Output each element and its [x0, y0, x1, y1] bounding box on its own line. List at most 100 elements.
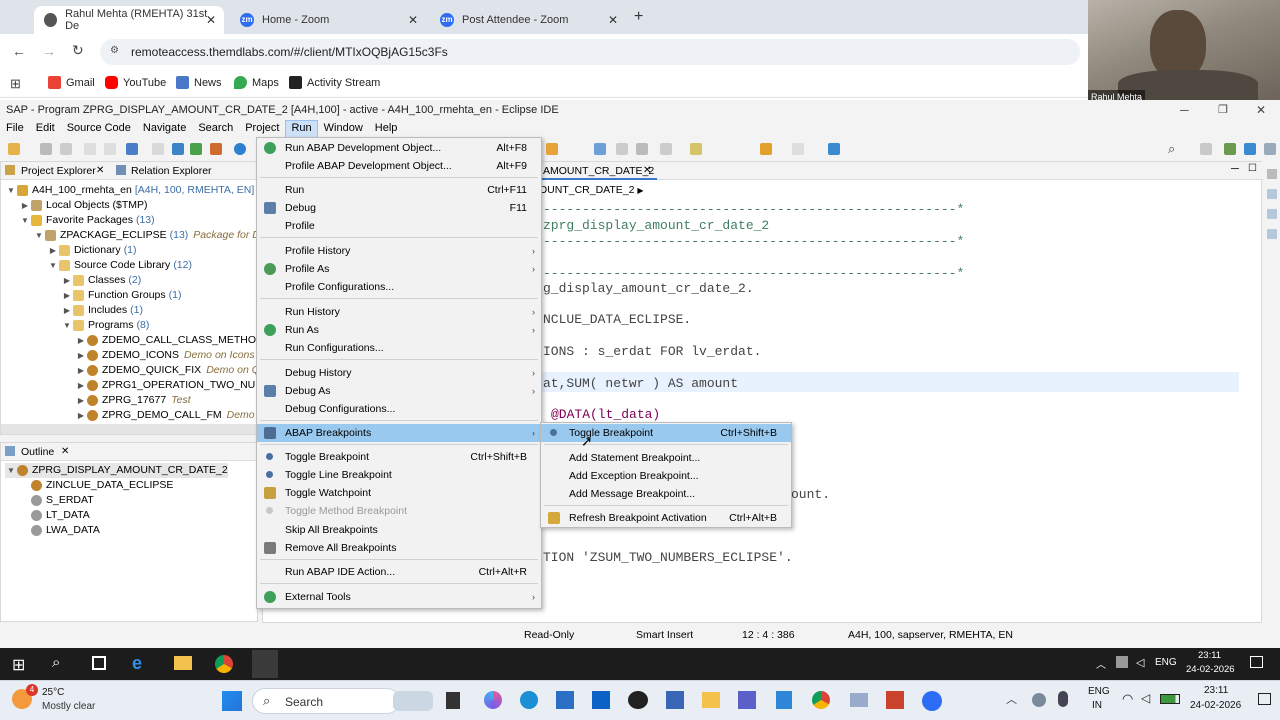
console-icon[interactable]: [126, 143, 138, 155]
store-icon[interactable]: [556, 691, 574, 709]
tree-item-program[interactable]: ▶ ZDEMO_ICONS Demo on Icons: [75, 348, 255, 363]
pilcrow-icon[interactable]: [636, 143, 648, 155]
navigate-icon[interactable]: [690, 143, 702, 155]
tree-item-source-code-library[interactable]: ▼ Source Code Library (12): [47, 258, 192, 273]
maximize-view-icon[interactable]: ☐: [1248, 163, 1257, 174]
search-icon[interactable]: ⌕: [1168, 141, 1180, 156]
close-tab-icon[interactable]: ✕: [61, 446, 69, 457]
file-explorer-icon[interactable]: [702, 692, 720, 708]
internet-explorer-icon[interactable]: e: [132, 653, 142, 674]
outline-item-variable[interactable]: LT_DATA: [31, 508, 90, 523]
notepad-icon[interactable]: [776, 691, 792, 709]
menu-item-external-tools[interactable]: External Tools ›: [257, 588, 541, 606]
chevron-right-icon[interactable]: ▶: [75, 363, 87, 378]
eclipse-taskbar-icon[interactable]: [252, 650, 278, 678]
menu-item-toggle-breakpoint[interactable]: Toggle Breakpoint Ctrl+Shift+B: [257, 448, 541, 466]
tree-item-programs[interactable]: ▼ Programs (8): [61, 318, 149, 333]
maximize-icon[interactable]: ❐: [1218, 100, 1228, 120]
sync-icon[interactable]: [234, 143, 246, 155]
view-icon[interactable]: [1267, 209, 1277, 219]
chevron-right-icon[interactable]: ▶: [637, 186, 643, 195]
chevron-right-icon[interactable]: ▶: [75, 393, 87, 408]
close-tab-icon[interactable]: ✕: [206, 13, 216, 27]
close-tab-icon[interactable]: ✕: [408, 13, 418, 27]
menu-edit[interactable]: Edit: [30, 120, 61, 138]
code-line[interactable]: ----------------------------------------…: [543, 266, 964, 281]
menu-item-debug-as[interactable]: Debug As ›: [257, 382, 541, 400]
annotation-icon[interactable]: [660, 143, 672, 155]
browser-tab-zoom-home[interactable]: zm Home - Zoom ✕: [230, 6, 426, 34]
tree-item-program[interactable]: ▶ ZPRG_17677 Test: [75, 393, 191, 408]
code-line[interactable]: zprg_display_amount_cr_date_2: [543, 218, 769, 233]
back-icon[interactable]: ←: [12, 43, 26, 59]
tree-item-includes[interactable]: ▶ Includes (1): [61, 303, 143, 318]
chevron-down-icon[interactable]: ▼: [5, 463, 17, 478]
notifications-icon[interactable]: [1250, 656, 1263, 668]
taskbar-search-box[interactable]: ⌕ Search: [252, 688, 400, 714]
volume-icon[interactable]: ◁: [1136, 656, 1144, 669]
browser-tab-remote[interactable]: Rahul Mehta (RMEHTA) 31st De ✕: [34, 6, 224, 34]
menu-item-run-as[interactable]: Run As ›: [257, 321, 541, 339]
network-icon[interactable]: [1116, 656, 1128, 668]
zoom-icon[interactable]: [922, 691, 942, 711]
widgets-illustration-icon[interactable]: [393, 691, 433, 711]
bookmark-youtube[interactable]: YouTube: [105, 76, 166, 89]
code-line[interactable]: NCLUE_DATA_ECLIPSE.: [543, 312, 691, 327]
powerpoint-icon[interactable]: [886, 691, 904, 709]
chrome-icon[interactable]: [215, 655, 233, 673]
menu-item-remove-all-breakpoints[interactable]: Remove All Breakpoints: [257, 539, 541, 557]
menu-item-run[interactable]: Run Ctrl+F11: [257, 181, 541, 199]
tree-item-zpackage-eclipse[interactable]: ▼ ZPACKAGE_ECLIPSE (13) Package for Develo: [33, 228, 285, 243]
outline-item-program[interactable]: ▼ ZPRG_DISPLAY_AMOUNT_CR_DATE_2: [5, 463, 228, 478]
menu-file[interactable]: File: [0, 120, 30, 138]
notifications-icon[interactable]: [1258, 693, 1271, 705]
tree-item-program[interactable]: ▶ ZPRG1_OPERATION_TWO_NUMBER: [75, 378, 286, 393]
menu-item-run-history[interactable]: Run History ›: [257, 303, 541, 321]
chevron-right-icon[interactable]: ▶: [75, 378, 87, 393]
code-line[interactable]: @DATA(lt_data): [551, 407, 660, 422]
language-secondary[interactable]: IN: [1092, 700, 1102, 711]
chevron-right-icon[interactable]: ▶: [75, 408, 87, 423]
code-line[interactable]: ount.: [791, 487, 830, 502]
close-tab-icon[interactable]: ✕: [96, 165, 104, 176]
code-line[interactable]: ----------------------------------------…: [543, 234, 964, 249]
editor-tab-program[interactable]: AMOUNT_CR_DATE_2: [543, 165, 654, 177]
menu-item-profile-as[interactable]: Profile As ›: [257, 260, 541, 278]
tab-project-explorer[interactable]: Project Explorer: [21, 165, 96, 177]
code-line[interactable]: at,SUM( netwr ) AS amount: [543, 376, 738, 391]
tree-item-program[interactable]: ▶ ZPRG_DEMO_CALL_FM Demo on C: [75, 408, 280, 423]
chrome-icon[interactable]: [812, 691, 830, 709]
windows-start-icon[interactable]: [222, 691, 242, 711]
chevron-right-icon[interactable]: ▶: [75, 333, 87, 348]
tab-outline[interactable]: Outline: [21, 446, 54, 458]
bookmark-gmail[interactable]: Gmail: [48, 76, 95, 89]
task-view-icon[interactable]: [92, 656, 106, 670]
perspective-icon[interactable]: [828, 143, 840, 155]
menu-item-profile-history[interactable]: Profile History ›: [257, 242, 541, 260]
file-explorer-icon[interactable]: [174, 656, 192, 670]
chevron-right-icon[interactable]: ▶: [61, 303, 73, 318]
submenu-item-add-exception-breakpoint[interactable]: Add Exception Breakpoint...: [541, 467, 791, 485]
chevron-right-icon[interactable]: ▶: [61, 273, 73, 288]
menu-item-run-configurations[interactable]: Run Configurations...: [257, 339, 541, 357]
redo-icon[interactable]: [104, 143, 116, 155]
bookmark-activity-stream[interactable]: Activity Stream: [289, 76, 380, 89]
outline-item-select-option[interactable]: S_ERDAT: [31, 493, 94, 508]
menu-search[interactable]: Search: [192, 120, 239, 138]
menu-item-run-abap-ide-action[interactable]: Run ABAP IDE Action... Ctrl+Alt+R: [257, 563, 541, 581]
language-primary[interactable]: ENG: [1088, 686, 1110, 697]
dell-icon[interactable]: [628, 691, 648, 709]
menu-item-debug-configurations[interactable]: Debug Configurations...: [257, 400, 541, 418]
battery-icon[interactable]: [1160, 694, 1180, 704]
abap-perspective-icon[interactable]: [1224, 143, 1236, 155]
menu-item-toggle-line-breakpoint[interactable]: Toggle Line Breakpoint: [257, 466, 541, 484]
open-perspective-icon[interactable]: [1200, 143, 1212, 155]
code-line[interactable]: g_display_amount_cr_date_2.: [543, 281, 754, 296]
outlook-icon[interactable]: [592, 691, 610, 709]
url-box[interactable]: ⚙ remoteaccess.themdlabs.com/#/client/MT…: [100, 39, 1080, 65]
code-line[interactable]: ----------------------------------------…: [543, 202, 964, 217]
tree-item-local-objects[interactable]: ▶ Local Objects ($TMP): [19, 198, 148, 213]
tree-item-project[interactable]: ▼ A4H_100_rmehta_en [A4H, 100, RMEHTA, EN]: [5, 183, 254, 198]
save-icon[interactable]: [40, 143, 52, 155]
menu-navigate[interactable]: Navigate: [137, 120, 192, 138]
